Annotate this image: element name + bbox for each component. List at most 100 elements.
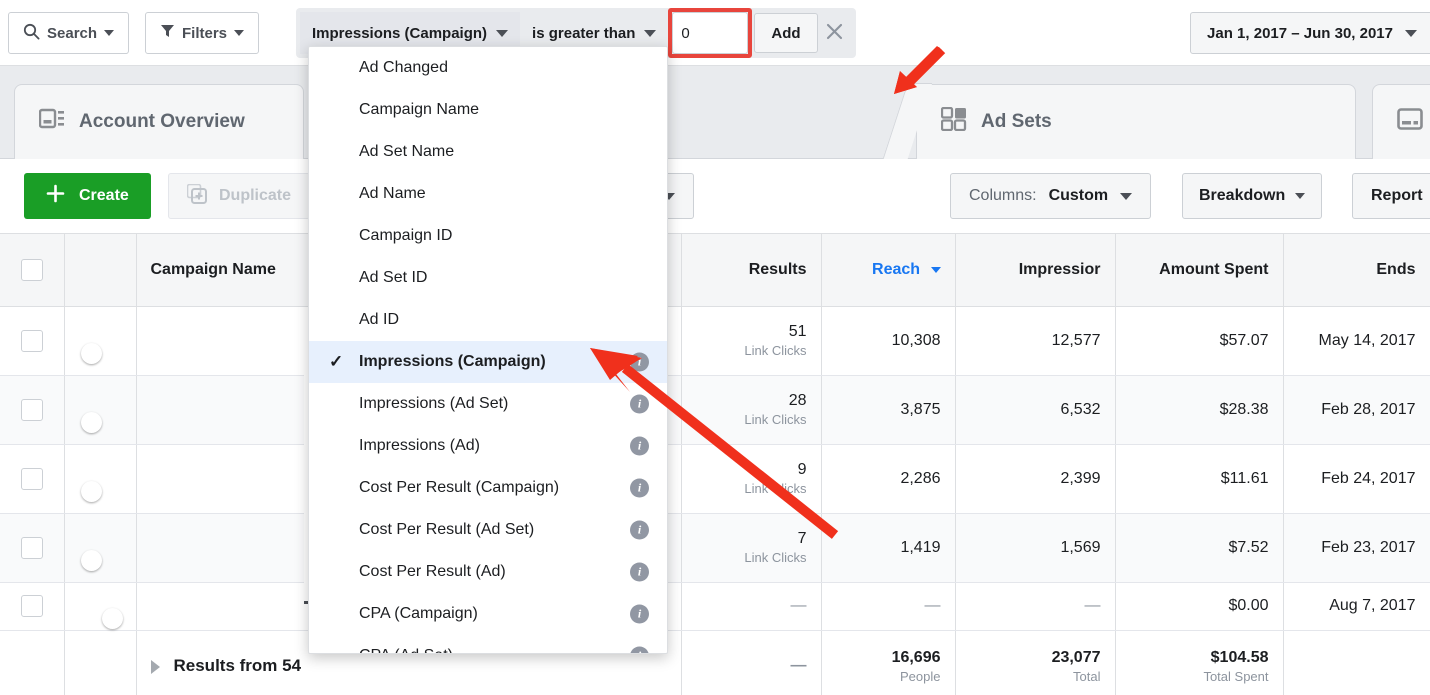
table-row[interactable]: 28 Link Clicks 3,875 6,532 $28.38 Feb 28… — [0, 375, 1430, 444]
breakdown-button-label: Breakdown — [1199, 187, 1285, 205]
info-icon[interactable]: i — [630, 647, 649, 655]
filter-value-input-wrapper[interactable]: 0 — [672, 12, 748, 54]
search-button[interactable]: Search — [8, 12, 129, 54]
filter-field-dropdown-menu[interactable]: Ad Changed Campaign NameAd Set Name Ad Nam… — [308, 46, 668, 654]
menu-item-cost-per-result-ad-set[interactable]: Cost Per Result (Ad Set)i — [309, 509, 667, 551]
tab-ads[interactable] — [1372, 84, 1430, 159]
total-impressions-unit: Total — [970, 669, 1101, 684]
row-checkbox[interactable] — [21, 595, 43, 617]
reports-button[interactable]: Report — [1352, 173, 1430, 219]
menu-item-cpa-ad-set[interactable]: CPA (Ad Set) i — [309, 635, 667, 654]
info-icon[interactable]: i — [630, 605, 649, 624]
row-checkbox[interactable] — [21, 399, 43, 421]
breakdown-button[interactable]: Breakdown — [1182, 173, 1322, 219]
account-overview-icon — [39, 108, 65, 136]
row-reach: 10,308 — [821, 306, 955, 375]
chevron-down-icon — [1120, 193, 1132, 200]
chevron-down-icon — [644, 30, 656, 37]
info-icon[interactable]: i — [630, 395, 649, 414]
date-range-picker[interactable]: Jan 1, 2017 – Jun 30, 2017 — [1190, 12, 1430, 54]
menu-item-campaign-name[interactable]: Campaign Name — [309, 89, 667, 131]
table-row[interactable]: — — — $0.00 Aug 7, 2017 — [0, 582, 1430, 630]
close-filter-button[interactable] — [818, 12, 852, 54]
menu-item-cpa-campaign[interactable]: CPA (Campaign)i — [309, 593, 667, 635]
table-row[interactable]: 7 Link Clicks 1,419 1,569 $7.52 Feb 23, … — [0, 513, 1430, 582]
row-impressions: 1,569 — [955, 513, 1115, 582]
table-total-row: Results from 54 — 16,696 People 23,077 T… — [0, 630, 1430, 695]
menu-item-label: Ad Name — [359, 185, 426, 203]
filter-value-input[interactable]: 0 — [681, 25, 689, 42]
column-header-amount-spent[interactable]: Amount Spent — [1115, 234, 1283, 306]
row-results: — — [681, 582, 821, 630]
columns-button[interactable]: Columns: Custom — [950, 173, 1151, 219]
menu-item-ad-id[interactable]: Ad ID — [309, 299, 667, 341]
ads-manager-page: Search Filters Impressions (Campaign) is… — [0, 0, 1430, 695]
chevron-down-icon — [1405, 30, 1417, 37]
menu-item-cost-per-result-ad[interactable]: Cost Per Result (Ad) i — [309, 551, 667, 593]
menu-item-ad-set-name[interactable]: Ad Set Name — [309, 131, 667, 173]
row-results-value: 28 — [789, 392, 807, 409]
column-header-impressions[interactable]: Impressior — [955, 234, 1115, 306]
filters-button[interactable]: Filters — [145, 12, 259, 54]
info-icon[interactable]: i — [630, 353, 649, 372]
filter-operator-label: is greater than — [532, 25, 635, 42]
row-select-cell — [0, 582, 64, 630]
row-results-unit: Link Clicks — [696, 550, 807, 565]
tab-ad-sets[interactable]: Ad Sets — [916, 84, 1356, 159]
total-amount-unit: Total Spent — [1130, 669, 1269, 684]
table-row[interactable]: 51 Link Clicks 10,308 12,577 $57.07 May … — [0, 306, 1430, 375]
menu-item-impressions-campaign[interactable]: ✓Impressions (Campaign)i — [309, 341, 667, 383]
row-ends: Aug 7, 2017 — [1283, 582, 1430, 630]
row-status-cell — [64, 306, 136, 375]
menu-item-impressions-ad[interactable]: Impressions (Ad)i — [309, 425, 667, 467]
chevron-down-icon — [234, 30, 244, 36]
row-amount-spent: $28.38 — [1115, 375, 1283, 444]
filters-button-label: Filters — [182, 25, 227, 42]
info-icon[interactable]: i — [630, 437, 649, 456]
menu-item-ad-set-id[interactable]: Ad Set ID — [309, 257, 667, 299]
row-reach: 1,419 — [821, 513, 955, 582]
row-checkbox[interactable] — [21, 537, 43, 559]
menu-item-label: Cost Per Result (Ad) — [359, 563, 506, 581]
menu-item-ad-changed[interactable]: Ad Changed — [309, 47, 667, 89]
row-results-value: 51 — [789, 323, 807, 340]
total-amount-value: $104.58 — [1211, 649, 1269, 666]
row-checkbox[interactable] — [21, 330, 43, 352]
total-reach-unit: People — [836, 669, 941, 684]
menu-item-ad-name[interactable]: Ad Name — [309, 173, 667, 215]
column-header-results[interactable]: Results — [681, 234, 821, 306]
row-status-cell — [64, 375, 136, 444]
info-icon[interactable]: i — [630, 563, 649, 582]
row-results-value: 9 — [798, 461, 807, 478]
menu-item-label: Ad Changed — [359, 59, 448, 77]
create-button-label: Create — [79, 187, 129, 205]
info-icon[interactable]: i — [630, 521, 649, 540]
total-reach-value: 16,696 — [892, 649, 941, 666]
menu-item-label: CPA (Ad Set) — [359, 647, 453, 654]
menu-item-campaign-id[interactable]: Campaign ID — [309, 215, 667, 257]
row-reach: 2,286 — [821, 444, 955, 513]
menu-item-label: Campaign ID — [359, 227, 452, 245]
total-select-cell — [0, 630, 64, 695]
info-icon[interactable]: i — [630, 479, 649, 498]
table-row[interactable]: 9 Link Clicks 2,286 2,399 $11.61 Feb 24,… — [0, 444, 1430, 513]
select-all-checkbox[interactable] — [21, 259, 43, 281]
column-header-ends[interactable]: Ends — [1283, 234, 1430, 306]
row-checkbox[interactable] — [21, 468, 43, 490]
tab-account-overview[interactable]: Account Overview — [14, 84, 304, 159]
menu-item-cost-per-result-campaign[interactable]: Cost Per Result (Campaign)i — [309, 467, 667, 509]
menu-item-impressions-ad-set[interactable]: Impressions (Ad Set)i — [309, 383, 667, 425]
expand-triangle-icon[interactable] — [151, 660, 160, 674]
table-header-row: Campaign Name Results Reach Impressior A… — [0, 234, 1430, 306]
create-button[interactable]: Create — [24, 173, 151, 219]
table-body: 51 Link Clicks 10,308 12,577 $57.07 May … — [0, 306, 1430, 695]
row-impressions: 6,532 — [955, 375, 1115, 444]
add-filter-button[interactable]: Add — [754, 13, 817, 53]
column-header-reach[interactable]: Reach — [821, 234, 955, 306]
row-results-unit: Link Clicks — [696, 343, 807, 358]
row-results-unit: Link Clicks — [696, 412, 807, 427]
row-select-cell — [0, 306, 64, 375]
total-ends — [1283, 630, 1430, 695]
total-label: Results from 54 — [174, 656, 302, 675]
row-status-cell — [64, 513, 136, 582]
